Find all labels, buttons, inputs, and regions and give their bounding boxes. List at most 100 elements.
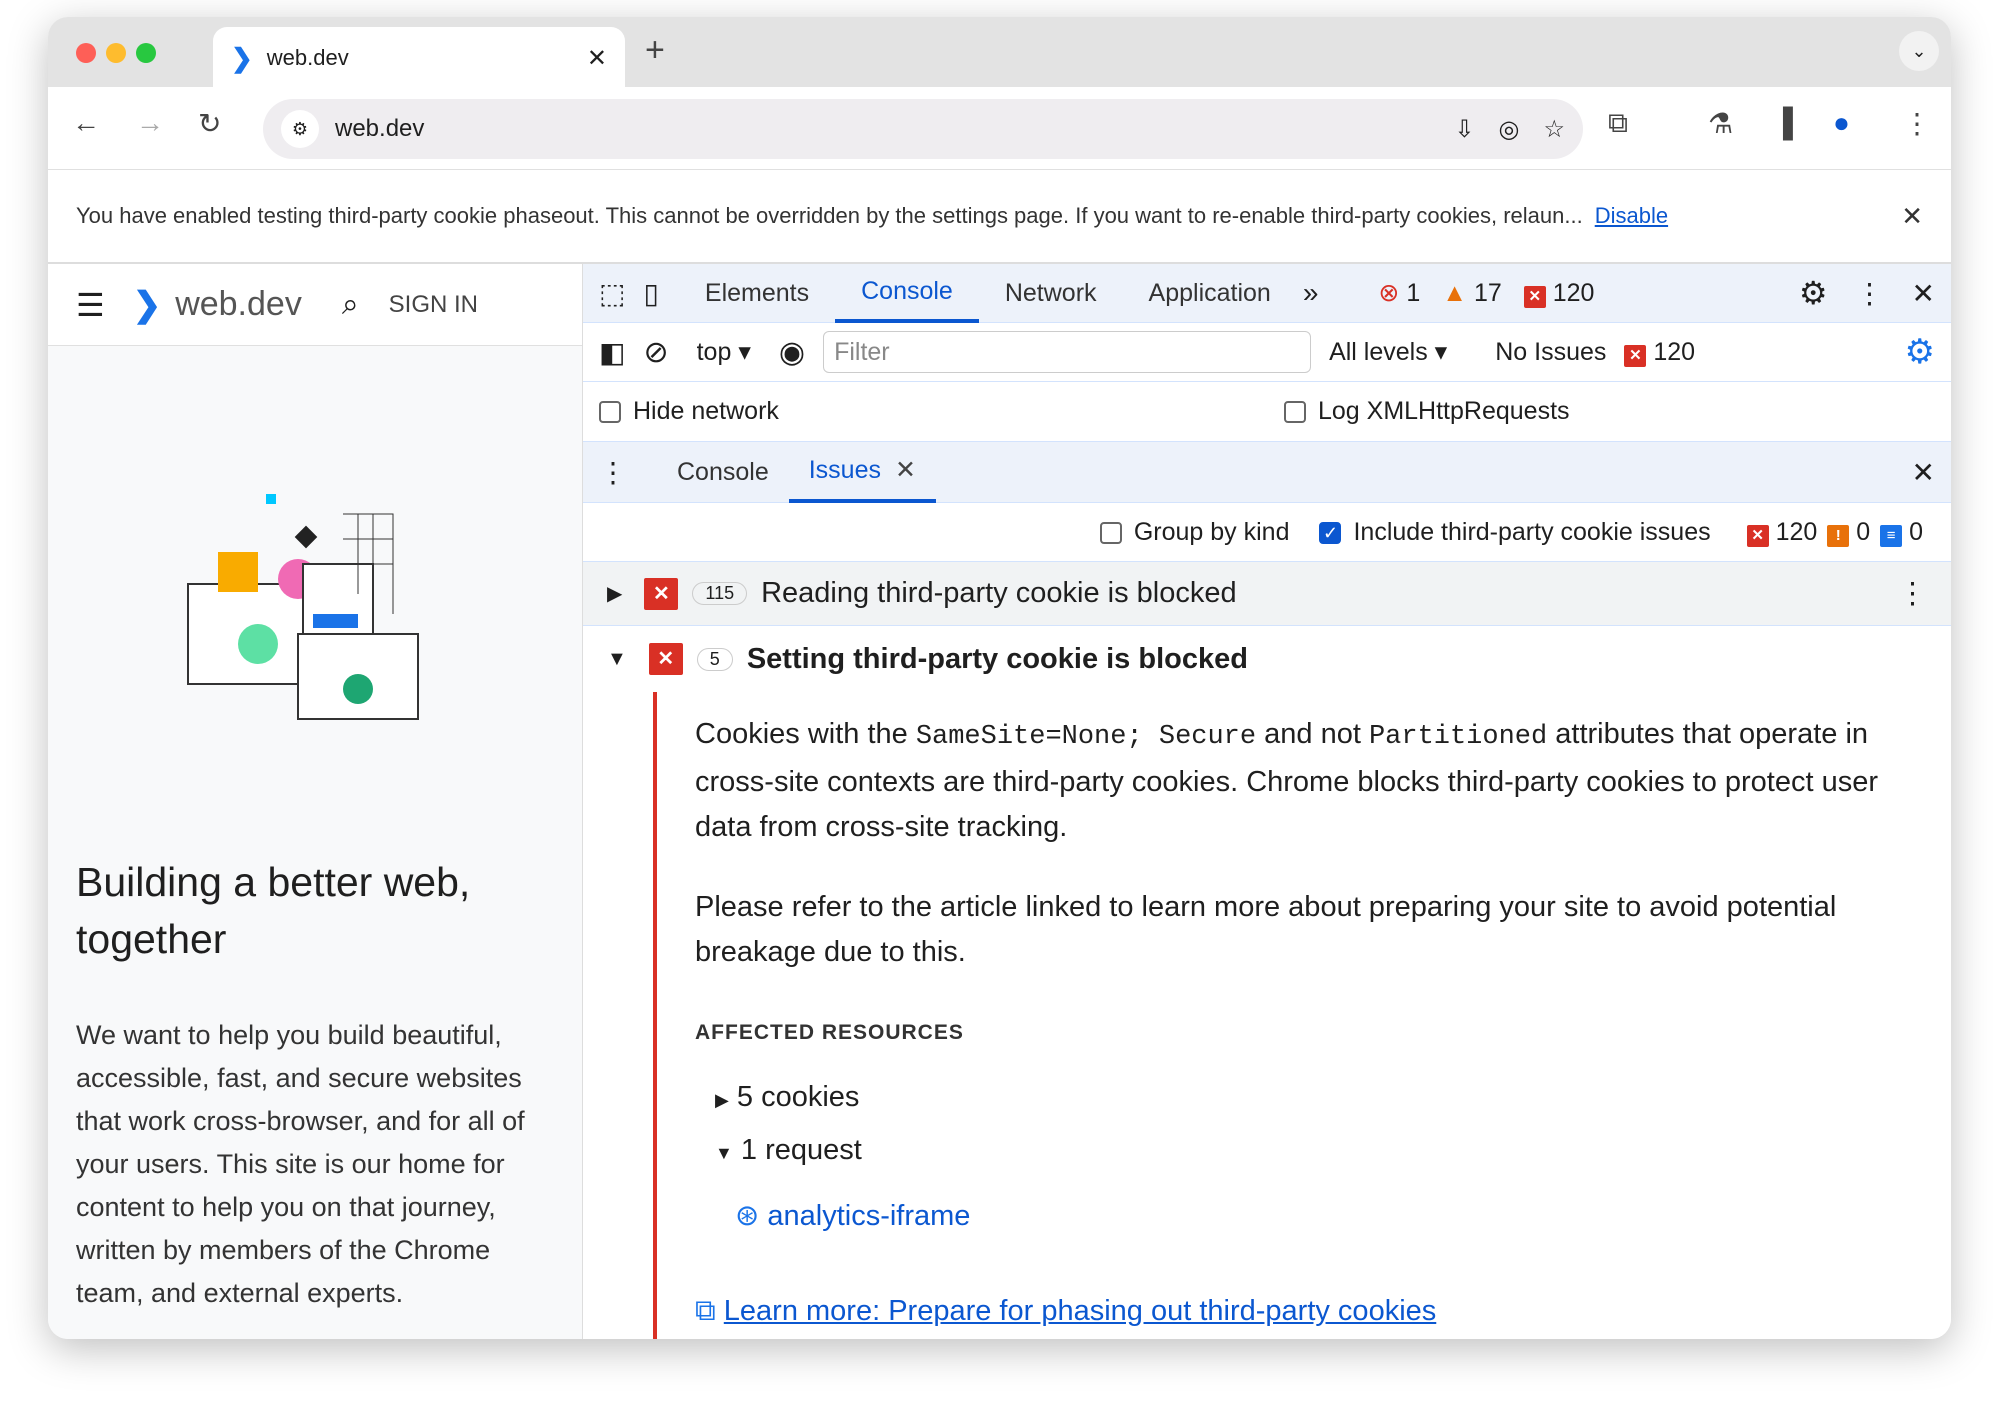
group-by-kind-checkbox[interactable]: Group by kind [1099,518,1289,547]
issue-warning-icon: ! [1827,524,1850,547]
issue-error-icon: ✕ [648,643,683,675]
close-issues-tab-icon[interactable]: ✕ [895,455,916,485]
issue-error-icon: ✕ [1624,344,1647,367]
reload-icon[interactable]: ↻ [198,107,221,140]
requests-resource-toggle[interactable]: ▼ 1 request [715,1128,1951,1176]
issue-severity-bar [653,692,657,1339]
tab-application[interactable]: Application [1123,264,1297,323]
tab-console[interactable]: Console [835,264,979,323]
forward-icon[interactable]: → [136,107,164,139]
minimize-window-button[interactable] [106,43,126,63]
issue-error-icon: ✕ [644,577,679,610]
profile-avatar-icon[interactable]: ● [1833,107,1850,139]
issue-count-badge: 115 [692,582,748,605]
browser-menu-icon[interactable]: ⋮ [1903,107,1931,140]
sidebar-toggle-icon[interactable]: ◧ [599,336,625,369]
log-levels-dropdown[interactable]: All levels ▾ [1329,337,1447,367]
issue-row[interactable]: ▶ ✕ 115 Reading third-party cookie is bl… [583,562,1951,626]
clear-console-icon[interactable]: ⊘ [643,335,668,370]
close-drawer-icon[interactable]: ✕ [1912,456,1935,489]
affected-resources-heading: AFFECTED RESOURCES [695,1021,964,1044]
close-banner-icon[interactable]: ✕ [1901,201,1923,232]
site-settings-icon[interactable]: ⚙ [281,110,319,148]
drawer-menu-icon[interactable]: ⋮ [599,456,627,489]
side-panel-icon[interactable]: ▐ [1773,107,1793,139]
issue-title: Reading third-party cookie is blocked [761,577,1237,609]
bookmark-star-icon[interactable]: ☆ [1543,115,1565,144]
close-window-button[interactable] [76,43,96,63]
filter-input[interactable]: Filter [823,331,1312,373]
cookies-resource-toggle[interactable]: ▶ 5 cookies [715,1075,1951,1123]
issue-row-expanded[interactable]: ▼ ✕ 5 Setting third-party cookie is bloc… [583,626,1951,692]
live-expression-eye-icon[interactable]: ◉ [779,335,805,370]
drawer-tab-issues[interactable]: Issues ✕ [788,442,936,503]
site-header: ☰ ❯ web.dev ⌕ SIGN IN [48,264,582,346]
devtools-panel: ⬚ ▯ Elements Console Network Application… [583,264,1951,1339]
cookie-phaseout-banner: You have enabled testing third-party coo… [48,170,1951,264]
sign-in-button[interactable]: SIGN IN [389,291,478,319]
install-app-icon[interactable]: ⇩ [1454,115,1474,144]
hamburger-menu-icon[interactable]: ☰ [76,286,105,324]
hero-paragraph: We want to help you build beautiful, acc… [76,1020,525,1308]
include-third-party-checkbox[interactable]: ✓ Include third-party cookie issues [1319,518,1711,547]
webdev-logo-icon: ❯ [132,285,162,324]
issue-error-icon: ✕ [1523,285,1546,308]
issue-count-badge: 5 [696,647,733,671]
hero-illustration [187,494,419,720]
issue-description: Cookies with the SameSite=None; Secure a… [695,718,1879,843]
devtools-menu-icon[interactable]: ⋮ [1856,277,1884,310]
more-tabs-icon[interactable]: » [1303,277,1319,309]
error-count[interactable]: ⊗ 1 [1378,278,1420,308]
console-options: Hide network Log XMLHttpRequests [583,382,1951,442]
hero-headline: Building a better web, together [76,859,471,962]
inspect-element-icon[interactable]: ⬚ [599,277,625,310]
device-toolbar-icon[interactable]: ▯ [643,277,658,310]
learn-more-link[interactable]: Learn more: Prepare for phasing out thir… [724,1295,1436,1327]
eye-off-icon[interactable]: ◎ [1499,115,1520,144]
issue-advice: Please refer to the article linked to le… [695,891,1837,968]
extensions-icon[interactable]: ⧉ [1608,107,1628,140]
maximize-window-button[interactable] [136,43,156,63]
devtools-main-toolbar: ⬚ ▯ Elements Console Network Application… [583,264,1951,323]
url-text[interactable]: web.dev [335,115,1454,143]
address-bar[interactable]: ⚙ web.dev ⇩ ◎ ☆ [263,99,1583,159]
issue-title: Setting third-party cookie is blocked [746,642,1248,675]
hide-network-checkbox[interactable]: Hide network [599,397,1284,426]
search-icon[interactable]: ⌕ [342,288,359,322]
context-select[interactable]: top ▾ [697,337,751,367]
issue-error-icon: ✕ [1746,524,1769,547]
tab-search-button[interactable]: ⌄ [1899,31,1939,71]
console-toolbar: ◧ ⊘ top ▾ ◉ Filter All levels ▾ No Issue… [583,323,1951,382]
tab-elements[interactable]: Elements [679,264,835,323]
analytics-iframe-link[interactable]: analytics-iframe [767,1200,970,1232]
new-tab-button[interactable]: + [645,31,665,70]
drawer-tab-console[interactable]: Console [657,458,789,487]
log-xhr-checkbox[interactable]: Log XMLHttpRequests [1284,397,1570,426]
warning-count[interactable]: ▲ 17 [1442,279,1502,308]
warning-icon: ▲ [1442,278,1467,307]
issue-menu-icon[interactable]: ⋮ [1898,576,1927,611]
console-issues-count[interactable]: ✕ 120 [1624,338,1695,367]
console-settings-gear-icon[interactable]: ⚙ [1905,332,1935,372]
close-devtools-icon[interactable]: ✕ [1912,277,1935,310]
browser-tab[interactable]: ❯ web.dev ✕ [213,27,625,89]
disable-link[interactable]: Disable [1595,203,1668,229]
drawer-tabs: ⋮ Console Issues ✕ ✕ [583,442,1951,503]
issue-details: Cookies with the SameSite=None; Secure a… [583,692,1951,1339]
tab-network[interactable]: Network [979,264,1123,323]
collapse-triangle-icon: ▼ [715,1143,733,1163]
site-logo[interactable]: web.dev [175,285,302,324]
collapse-triangle-icon[interactable]: ▼ [607,648,627,671]
expand-triangle-icon[interactable]: ▶ [607,581,622,606]
external-link-icon: ⧉ [695,1295,716,1327]
webpage: ☰ ❯ web.dev ⌕ SIGN IN Building a better … [48,264,583,1339]
browser-window: ❯ web.dev ✕ + ⌄ ← → ↻ ⚙ web.dev ⇩ ◎ ☆ ⧉ … [48,17,1951,1339]
labs-flask-icon[interactable]: ⚗ [1708,107,1733,140]
back-icon[interactable]: ← [72,107,100,139]
issues-toolbar: Group by kind ✓ Include third-party cooki… [583,503,1951,562]
tab-bar: ❯ web.dev ✕ + ⌄ [48,17,1951,89]
close-tab-icon[interactable]: ✕ [587,44,607,73]
settings-gear-icon[interactable]: ⚙ [1799,274,1828,312]
browser-toolbar: ← → ↻ ⚙ web.dev ⇩ ◎ ☆ ⧉ ⚗ ▐ ● ⋮ [48,87,1951,170]
issues-count[interactable]: ✕ 120 [1523,279,1594,308]
